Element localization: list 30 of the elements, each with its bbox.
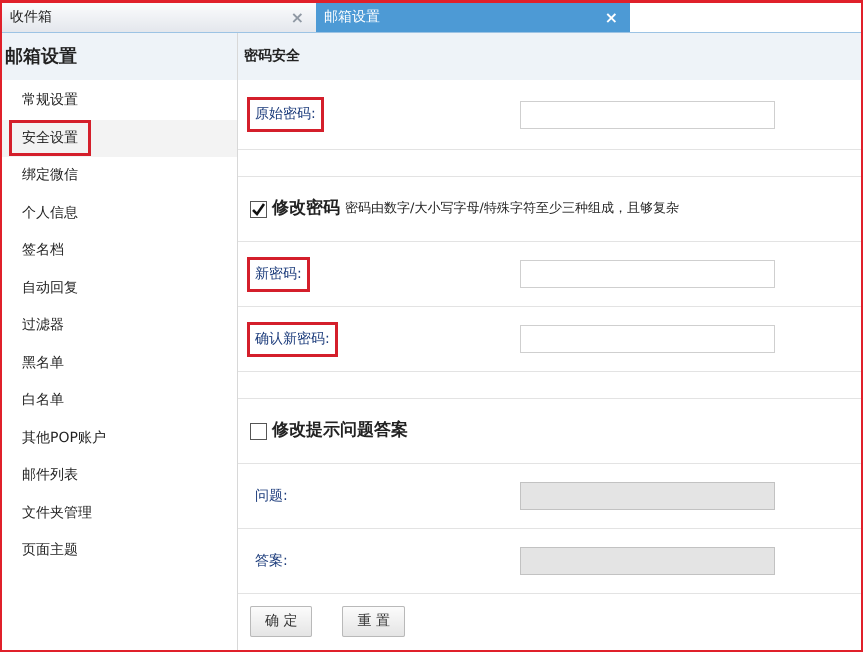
checkbox[interactable] xyxy=(250,200,267,218)
hint-text: 密码由数字/大小写字母/特殊字符至少三种组成，且够复杂 xyxy=(345,200,679,218)
sidebar-item[interactable]: 邮件列表 xyxy=(12,460,88,490)
sidebar-item[interactable]: 文件夹管理 xyxy=(12,498,102,528)
section-title: 密码安全 xyxy=(238,33,861,80)
field-label: 原始密码: xyxy=(250,100,321,129)
sidebar-item[interactable]: 页面主题 xyxy=(12,535,88,565)
sidebar-item[interactable]: 个人信息 xyxy=(12,198,88,228)
input-field[interactable] xyxy=(520,260,775,288)
field-label: 答案: xyxy=(254,552,289,570)
sidebar-item[interactable]: 其他POP账户 xyxy=(12,422,116,452)
sidebar-item[interactable]: 绑定微信 xyxy=(12,160,88,190)
checkbox-label: 修改密码 xyxy=(272,197,340,220)
input-field[interactable] xyxy=(520,325,775,353)
sidebar-item[interactable]: 黑名单 xyxy=(12,348,74,378)
sidebar-item[interactable]: 常规设置 xyxy=(12,85,88,115)
reset-button[interactable]: 重 置 xyxy=(342,606,405,637)
sidebar-item[interactable]: 过滤器 xyxy=(12,310,74,340)
input-field[interactable] xyxy=(520,100,775,128)
field-label: 确认新密码: xyxy=(250,324,335,354)
field-label: 新密码: xyxy=(250,260,307,288)
sidebar-item[interactable]: 白名单 xyxy=(12,385,74,415)
sidebar-title: 邮箱设置 xyxy=(2,33,237,80)
checkbox-label: 修改提示问题答案 xyxy=(272,419,408,442)
checkbox[interactable] xyxy=(250,422,267,440)
tab[interactable]: 收件箱 × xyxy=(2,3,316,32)
sidebar-item[interactable]: 自动回复 xyxy=(12,272,88,302)
confirm-button[interactable]: 确 定 xyxy=(250,606,312,637)
sidebar-item[interactable]: 签名档 xyxy=(12,235,74,265)
field-label: 问题: xyxy=(254,486,289,506)
